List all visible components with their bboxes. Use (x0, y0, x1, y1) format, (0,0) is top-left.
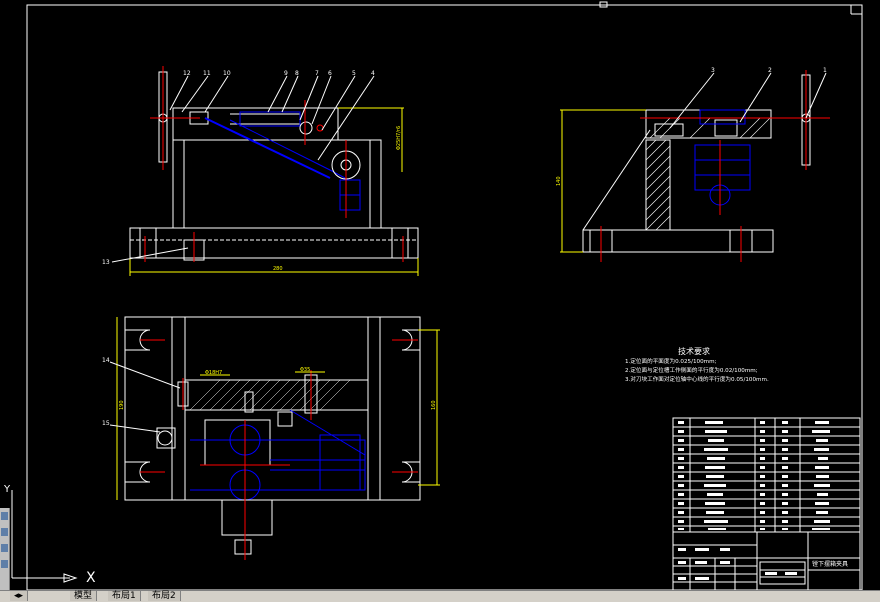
toolbar-button[interactable] (1, 512, 8, 520)
part-number-label: 7 (315, 70, 319, 77)
part-number-label: 12 (183, 70, 191, 77)
top-view: 160 190 Φ18H7 Φ35 (109, 316, 440, 560)
toolbar-button[interactable] (1, 560, 8, 568)
layout-tab-bar: ◂▸ 模型 布局1 布局2 (0, 590, 880, 602)
dim-bottom-height: 190 (119, 400, 125, 410)
toolbar-button[interactable] (1, 528, 8, 536)
dim-tag-3: Φ35 (300, 367, 310, 373)
dim-right-height: 160 (431, 400, 437, 410)
part-number-label: 11 (203, 70, 211, 77)
tech-requirement-item: 1.定位面的平面度为0.025/100mm; (625, 357, 717, 365)
part-number-label: 13 (102, 259, 110, 266)
toolbar-button[interactable] (1, 544, 8, 552)
part-number-label: 2 (768, 67, 772, 74)
part-number-label: 14 (102, 357, 110, 364)
tech-requirement-item: 2.定位面与定位槽工作侧面的平行度为0.02/100mm; (625, 366, 758, 374)
part-number-label: 9 (284, 70, 288, 77)
part-number-label: 4 (371, 70, 375, 77)
tab-layout-2[interactable]: 布局2 (148, 591, 181, 601)
dim-tag-1: Φ25H7/r6 (396, 126, 402, 150)
tech-requirement-item: 3.对刀块工作面对定位轴中心线的平行度为0.05/100mm. (625, 375, 769, 383)
axis-y-label: Y (3, 484, 11, 495)
part-number-label: 10 (223, 70, 231, 77)
cad-drawing-canvas[interactable]: 280 Φ25H7/r6 12 11 10 9 8 7 6 5 4 13 140… (0, 0, 880, 601)
part-number-label: 6 (328, 70, 332, 77)
part-number-label: 3 (711, 67, 715, 74)
part-number-label: 1 (823, 67, 827, 74)
tab-model[interactable]: 模型 (70, 591, 98, 601)
part-number-label: 8 (295, 70, 299, 77)
tab-layout-1[interactable]: 布局1 (108, 591, 141, 601)
ucs-icon (11, 490, 78, 583)
part-number-label: 5 (352, 70, 356, 77)
axis-x-label: X (86, 570, 96, 586)
front-view: 280 Φ25H7/r6 (111, 66, 419, 276)
left-toolbar[interactable] (0, 508, 10, 590)
tech-requirements-heading: 技术要求 (678, 346, 710, 356)
tab-nav-arrows[interactable]: ◂▸ (10, 591, 29, 601)
drawing-frame-outer (26, 4, 863, 591)
dim-front-width: 280 (273, 266, 283, 272)
title-block-name: 镗下摆箱夹具 (812, 560, 848, 568)
dim-side-height: 140 (556, 176, 562, 186)
part-number-label: 15 (102, 420, 110, 427)
side-view: 140 (556, 70, 830, 262)
dim-tag-2: Φ18H7 (205, 370, 222, 376)
